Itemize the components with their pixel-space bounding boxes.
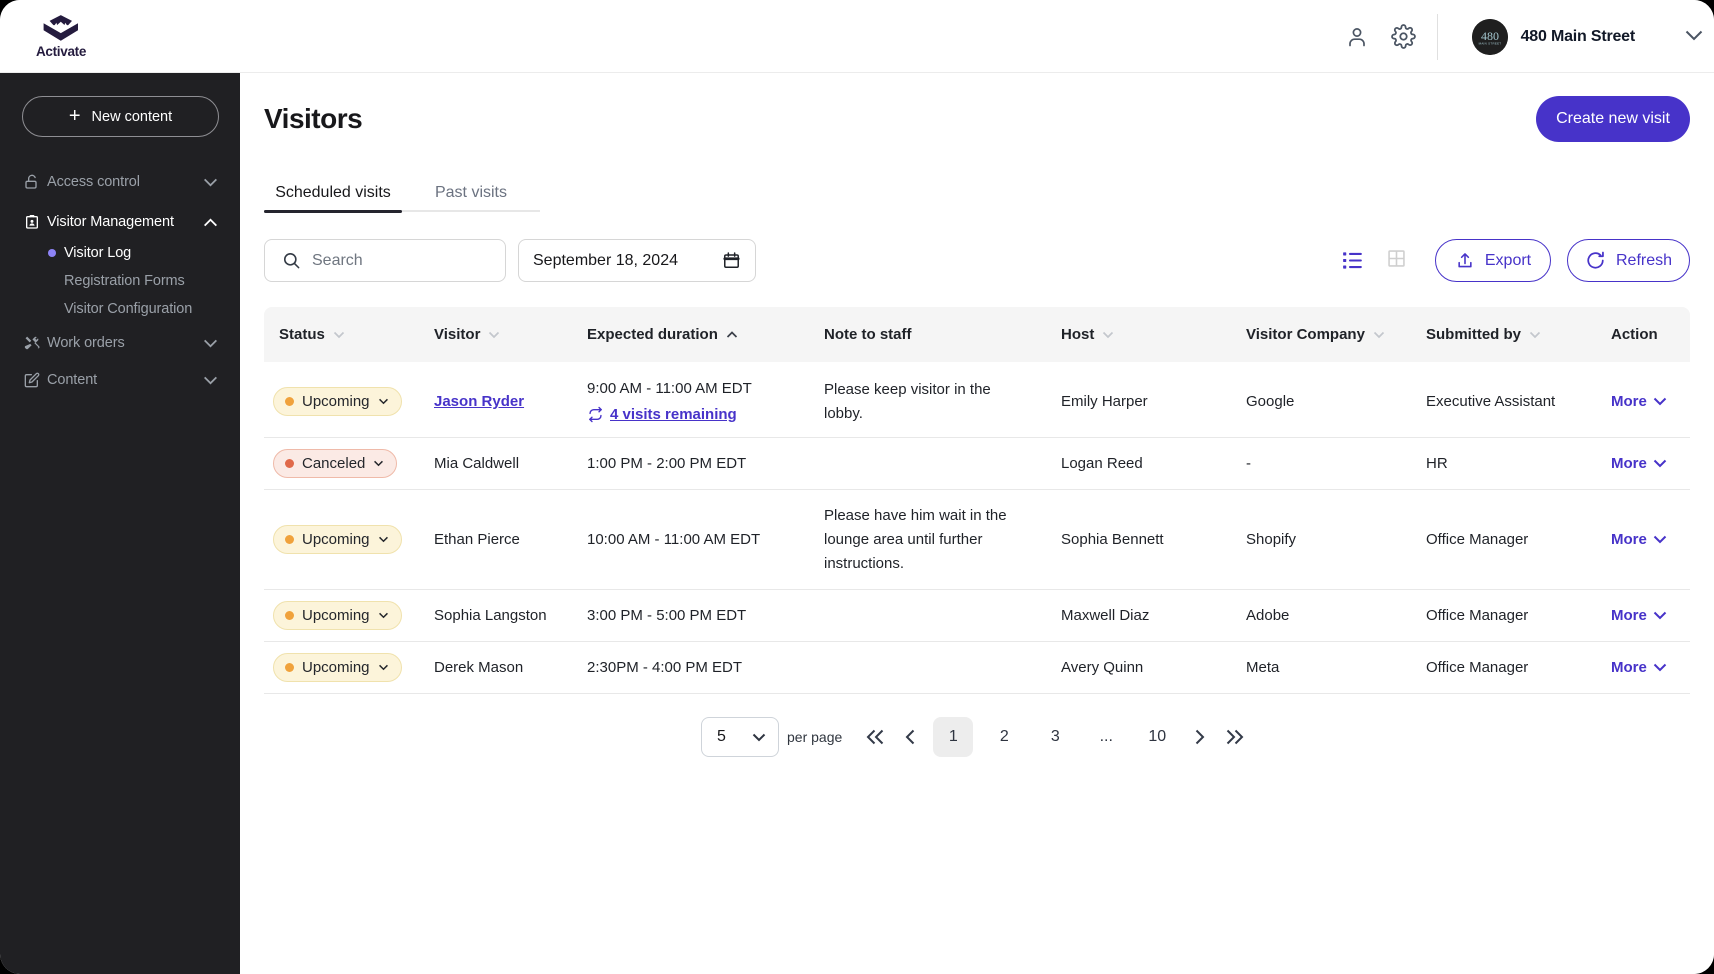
svg-text:MAIN STREET: MAIN STREET [1478, 41, 1501, 45]
